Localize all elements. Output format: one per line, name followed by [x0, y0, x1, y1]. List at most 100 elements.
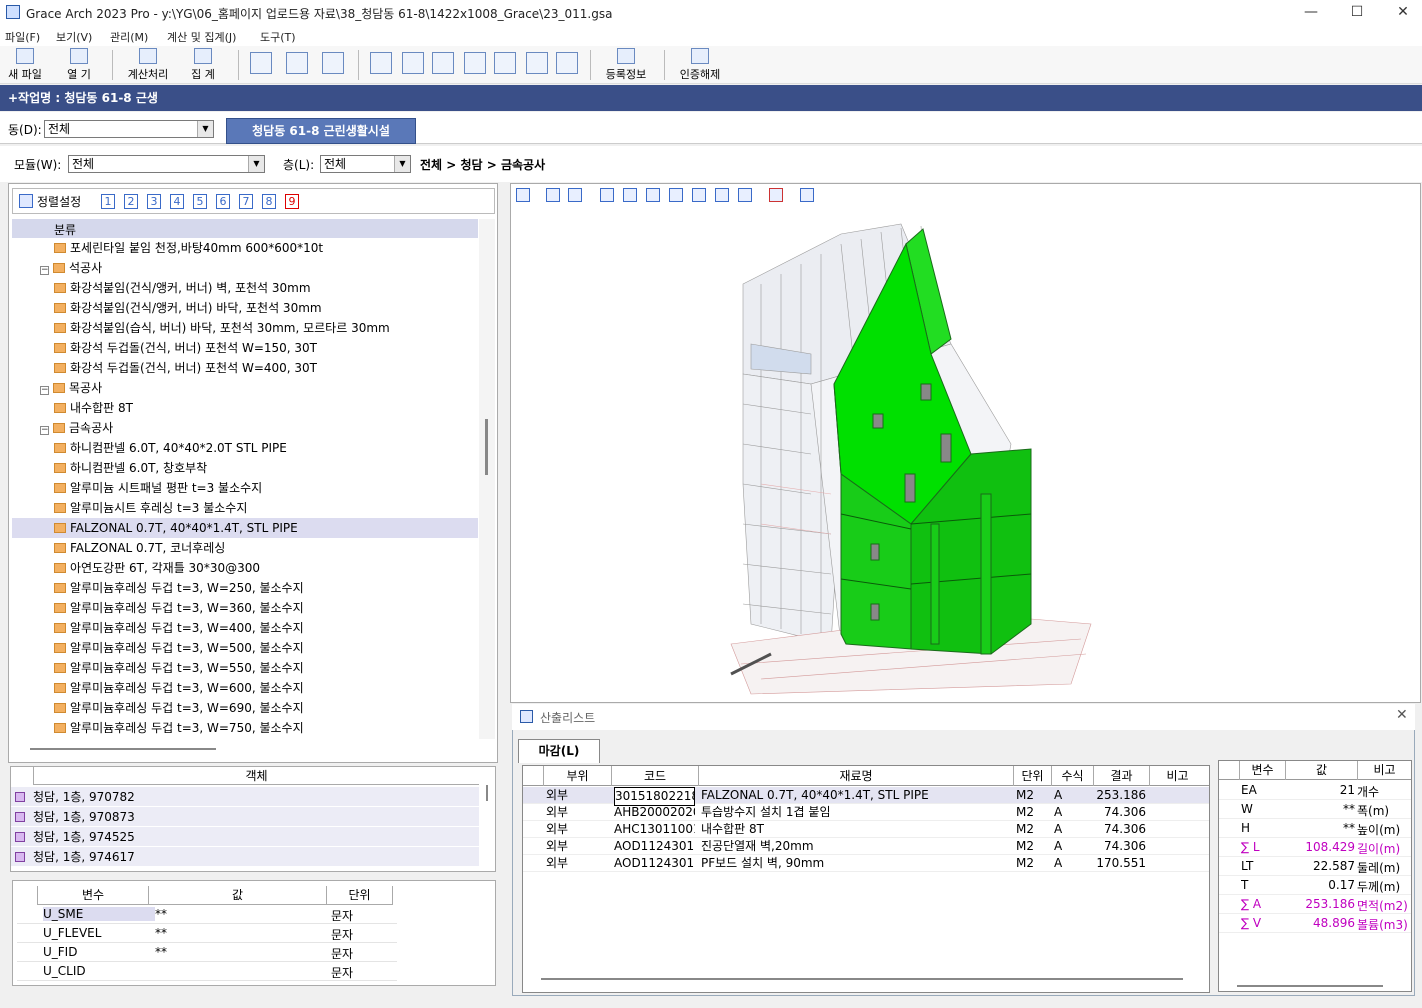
tree-item[interactable]: 내수합판 8T: [12, 398, 478, 418]
sort-preset-6-button[interactable]: 6: [216, 194, 230, 209]
tree-item[interactable]: 알루미늄후레싱 두겁 t=3, W=690, 불소수지: [12, 698, 478, 718]
tree-item[interactable]: 알루미늄후레싱 두겁 t=3, W=400, 불소수지: [12, 618, 478, 638]
tree-item[interactable]: 포세린타일 붙임 천정,바탕40mm 600*600*10t: [12, 238, 478, 258]
object-scroll-thumb[interactable]: [486, 785, 488, 801]
view-iso-icon[interactable]: [738, 188, 752, 202]
tree-item[interactable]: FALZONAL 0.7T, 코너후레싱: [12, 538, 478, 558]
object-row[interactable]: 청담, 1층, 974525: [11, 827, 479, 847]
calc-col-header[interactable]: 수식: [1051, 766, 1093, 786]
tree-item[interactable]: 알루미늄후레싱 두겁 t=3, W=750, 불소수지: [12, 718, 478, 738]
dong-tab[interactable]: 청담동 61-8 근린생활시설: [226, 118, 416, 144]
tool-5-icon[interactable]: [494, 52, 516, 74]
tree-item[interactable]: 아연도강판 6T, 각재틀 30*30@300: [12, 558, 478, 578]
varlist-row[interactable]: T 0.17 두께(m): [1219, 876, 1411, 895]
view-top-icon[interactable]: [692, 188, 706, 202]
calc-col-header[interactable]: 단위: [1013, 766, 1051, 786]
tree-group[interactable]: − 금속공사: [12, 418, 478, 438]
search-icon[interactable]: [286, 52, 308, 74]
menu-view[interactable]: 보기(V): [56, 29, 92, 45]
cert-release-button[interactable]: 인증해제: [674, 48, 726, 82]
sort-preset-1-button[interactable]: 1: [101, 194, 115, 209]
variable-row[interactable]: U_FLEVEL ** 문자: [17, 924, 397, 943]
module-select[interactable]: 전체 ▼: [68, 155, 265, 173]
calc-row[interactable]: 외부 AOD112430130 PF보드 설치 벽, 90mm M2 A 170.551: [523, 855, 1209, 872]
collapse-icon[interactable]: −: [40, 386, 49, 395]
tree-item[interactable]: 화강석 두겁돌(건식, 버너) 포천석 W=400, 30T: [12, 358, 478, 378]
calc-col-header[interactable]: 재료명: [698, 766, 1013, 786]
calc-row[interactable]: 외부 AHB200020200 투습방수지 설치 1겹 붙임 M2 A 74.306: [523, 804, 1209, 821]
calc-row[interactable]: 외부 AHC130110015 내수합판 8T M2 A 74.306: [523, 821, 1209, 838]
preview-icon[interactable]: [250, 52, 272, 74]
print-icon[interactable]: [322, 52, 344, 74]
calc-row[interactable]: 외부 AOD112430121 진공단열재 벽,20mm M2 A 74.306: [523, 838, 1209, 855]
floor-select[interactable]: 전체 ▼: [320, 155, 411, 173]
calc-col-header[interactable]: 비고: [1149, 766, 1205, 786]
tree-hscroll-thumb[interactable]: [30, 748, 216, 750]
tree-item[interactable]: 하니컴판넬 6.0T, 40*40*2.0T STL PIPE: [12, 438, 478, 458]
open-button[interactable]: 열 기: [58, 48, 100, 82]
list-icon[interactable]: [769, 188, 783, 202]
menu-calc[interactable]: 계산 및 집계(J): [167, 29, 236, 45]
terrain-icon[interactable]: [800, 188, 814, 202]
tree-item[interactable]: 화강석붙임(습식, 버너) 바닥, 포천석 30mm, 모르타르 30mm: [12, 318, 478, 338]
sort-preset-2-button[interactable]: 2: [124, 194, 138, 209]
varlist-row[interactable]: EA 21 개수: [1219, 781, 1411, 800]
calc-button[interactable]: 계산처리: [122, 48, 174, 82]
view-back-icon[interactable]: [623, 188, 637, 202]
view-bottom-icon[interactable]: [715, 188, 729, 202]
sort-preset-4-button[interactable]: 4: [170, 194, 184, 209]
tree-item[interactable]: FALZONAL 0.7T, 40*40*1.4T, STL PIPE: [12, 518, 478, 538]
tree-item[interactable]: 알루미늄후레싱 두겁 t=3, W=600, 불소수지: [12, 678, 478, 698]
object-row[interactable]: 청담, 1층, 970873: [11, 807, 479, 827]
variable-row[interactable]: U_FID ** 문자: [17, 943, 397, 962]
sort-preset-5-button[interactable]: 5: [193, 194, 207, 209]
minimize-button[interactable]: —: [1288, 2, 1334, 24]
calc-col-header[interactable]: 부위: [543, 766, 611, 786]
tool-2-icon[interactable]: [402, 52, 424, 74]
sort-preset-3-button[interactable]: 3: [147, 194, 161, 209]
varlist-row[interactable]: ∑ L 108.429 길이(m): [1219, 838, 1411, 857]
varlist-row[interactable]: W ** 폭(m): [1219, 800, 1411, 819]
tree-item[interactable]: 알루미늄시트 후레싱 t=3 불소수지: [12, 498, 478, 518]
view-left-icon[interactable]: [646, 188, 660, 202]
tree-group[interactable]: − 목공사: [12, 378, 478, 398]
close-button[interactable]: ✕: [1380, 2, 1422, 24]
tree-item[interactable]: 하니컴판넬 6.0T, 창호부착: [12, 458, 478, 478]
finish-tab[interactable]: 마감(L): [518, 739, 600, 763]
varlist-row[interactable]: H ** 높이(m): [1219, 819, 1411, 838]
tree-item[interactable]: 화강석붙임(건식/앵커, 버너) 바닥, 포천석 30mm: [12, 298, 478, 318]
calc-col-header[interactable]: 코드: [611, 766, 698, 786]
collapse-icon[interactable]: −: [40, 266, 49, 275]
tree-item[interactable]: 알루미늄후레싱 두겁 t=3, W=500, 불소수지: [12, 638, 478, 658]
3d-viewer[interactable]: [510, 183, 1421, 703]
sort-preset-9-button[interactable]: 9: [285, 194, 299, 209]
dong-select[interactable]: 전체 ▼: [44, 120, 214, 138]
aggregate-button[interactable]: 집 계: [182, 48, 224, 82]
object-row[interactable]: 청담, 1층, 974617: [11, 847, 479, 867]
tool-3-icon[interactable]: [432, 52, 454, 74]
varlist-row[interactable]: ∑ A 253.186 면적(m2): [1219, 895, 1411, 914]
tool-6-icon[interactable]: [526, 52, 548, 74]
tree-item[interactable]: 알루미늄후레싱 두겁 t=3, W=250, 불소수지: [12, 578, 478, 598]
varlist-row[interactable]: ∑ V 48.896 볼륨(m3): [1219, 914, 1411, 933]
tree-item[interactable]: 알루미늄후레싱 두겁 t=3, W=550, 불소수지: [12, 658, 478, 678]
cube-icon[interactable]: [516, 188, 530, 202]
registration-button[interactable]: 등록정보: [600, 48, 652, 82]
tool-4-icon[interactable]: [464, 52, 486, 74]
varlist-row[interactable]: LT 22.587 둘레(m): [1219, 857, 1411, 876]
tree-item[interactable]: 화강석붙임(건식/앵커, 버너) 벽, 포천석 30mm: [12, 278, 478, 298]
calc-col-header[interactable]: 결과: [1093, 766, 1149, 786]
variable-row[interactable]: U_SME ** 문자: [17, 905, 397, 924]
tool-1-icon[interactable]: [370, 52, 392, 74]
scroll-thumb[interactable]: [485, 419, 488, 475]
tree-group[interactable]: − 석공사: [12, 258, 478, 278]
calc-hscroll-thumb[interactable]: [541, 978, 1183, 980]
tree-item[interactable]: 알루미늄 시트패널 평판 t=3 불소수지: [12, 478, 478, 498]
calc-row[interactable]: 외부3015180221875FALZONAL 0.7T, 40*40*1.4T…: [523, 787, 1209, 806]
object-row[interactable]: 청담, 1층, 970782: [11, 787, 479, 807]
var-hscroll-thumb[interactable]: [1237, 985, 1383, 987]
tree-item[interactable]: 화강석 두겁돌(건식, 버너) 포천석 W=150, 30T: [12, 338, 478, 358]
sort-settings-button[interactable]: 정렬설정: [37, 193, 81, 210]
tree-item[interactable]: 알루미늄후레싱 두겁 t=3, W=360, 불소수지: [12, 598, 478, 618]
view-front-icon[interactable]: [600, 188, 614, 202]
